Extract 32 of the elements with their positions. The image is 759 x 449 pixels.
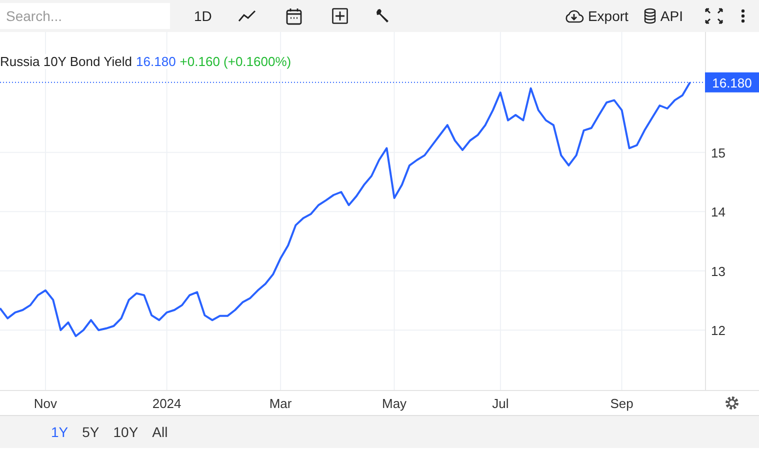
api-button[interactable]: API <box>640 6 687 26</box>
instrument-name: Russia 10Y Bond Yield <box>0 54 132 69</box>
x-axis-label: Mar <box>269 396 292 411</box>
x-axis-label: Jul <box>492 396 509 411</box>
x-axis-label: 2024 <box>152 396 182 411</box>
ref-line-label: 16.180 <box>712 75 752 90</box>
range-tab[interactable]: All <box>146 422 174 442</box>
interval-button[interactable]: 1D <box>190 6 216 26</box>
settings-icon[interactable] <box>726 396 738 410</box>
y-axis-label: 15 <box>711 145 726 160</box>
wrench-icon[interactable] <box>376 8 390 24</box>
y-axis-label: 12 <box>711 323 726 338</box>
range-tab[interactable]: 5Y <box>76 422 106 442</box>
export-button[interactable]: Export <box>560 6 632 26</box>
add-icon[interactable] <box>332 8 348 24</box>
y-axis-label: 14 <box>711 204 726 220</box>
x-axis-label: Sep <box>610 396 634 411</box>
database-icon <box>644 8 656 24</box>
calendar-icon[interactable] <box>286 8 302 24</box>
range-tab[interactable]: 10Y <box>107 422 144 442</box>
x-axis-label: Nov <box>34 396 58 411</box>
x-axis-label: May <box>382 396 407 411</box>
more-icon[interactable] <box>741 9 745 23</box>
y-axis-label: 13 <box>711 264 726 279</box>
price-value: 16.180 <box>136 54 176 69</box>
cloud-download-icon <box>564 9 584 23</box>
range-tab[interactable]: 1Y <box>45 422 74 442</box>
price-change: +0.160 (+0.1600%) <box>180 54 292 69</box>
search-field[interactable]: Search... <box>0 3 170 29</box>
line-chart-icon[interactable] <box>238 10 256 22</box>
price-label: 16.180 <box>705 72 759 92</box>
fullscreen-icon[interactable] <box>705 8 723 24</box>
